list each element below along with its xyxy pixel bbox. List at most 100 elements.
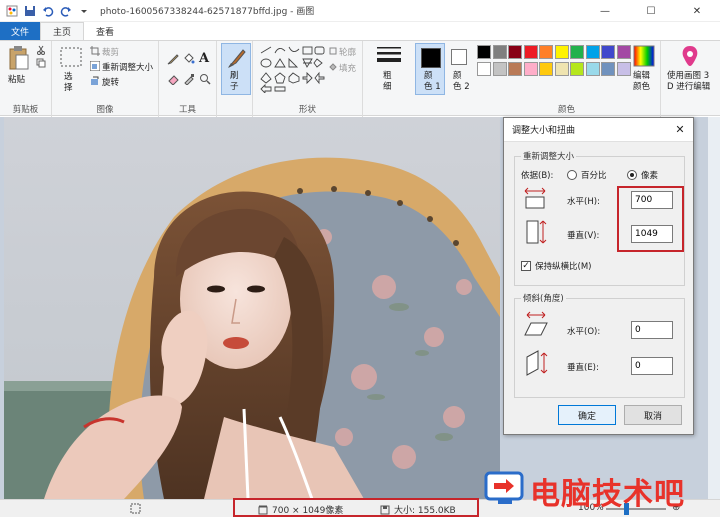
palette-swatch[interactable]: [477, 62, 491, 76]
size-button[interactable]: 粗 细: [383, 71, 392, 93]
color1-button[interactable]: 颜 色 1: [415, 43, 445, 95]
palette-swatch[interactable]: [523, 62, 538, 76]
palette-swatch[interactable]: [554, 62, 569, 76]
outline-icon[interactable]: [329, 47, 337, 55]
vertical-skew-icon: [526, 350, 548, 376]
color1-swatch: [421, 48, 441, 68]
clipboard-group: 粘贴 剪贴板: [0, 41, 52, 117]
photo-canvas[interactable]: [4, 117, 500, 499]
crop-button[interactable]: 裁剪: [102, 46, 119, 58]
palette-swatch[interactable]: [477, 45, 491, 59]
magnifier-icon[interactable]: [199, 73, 211, 85]
ribbon: 粘贴 剪贴板 选 择 裁剪 重新调整大小 旋转 图像 A 工具 刷 子 轮廓 填…: [0, 40, 720, 117]
cut-icon[interactable]: [36, 45, 46, 55]
tools-group: A 工具: [159, 41, 217, 117]
palette-swatch[interactable]: [539, 62, 553, 76]
resize-button[interactable]: 重新调整大小: [102, 61, 153, 73]
tab-home[interactable]: 主页: [40, 22, 85, 40]
palette-swatch[interactable]: [492, 45, 507, 59]
customize-toolbar-icon[interactable]: [78, 5, 90, 17]
paint3d-icon[interactable]: [679, 45, 701, 67]
image-group-label: 图像: [96, 105, 114, 115]
palette-swatch[interactable]: [570, 45, 584, 59]
undo-icon[interactable]: [42, 5, 54, 17]
image-group: 选 择 裁剪 重新调整大小 旋转 图像: [52, 41, 159, 117]
shapes-group: 轮廓 填充 形状: [253, 41, 363, 117]
skew-h-input[interactable]: [631, 321, 673, 339]
tab-file[interactable]: 文件: [0, 22, 40, 40]
fill-icon[interactable]: [329, 63, 337, 71]
rotate-button[interactable]: 旋转: [102, 76, 119, 88]
palette-swatch[interactable]: [492, 62, 507, 76]
text-tool-icon[interactable]: A: [199, 51, 209, 66]
resize-icon[interactable]: [90, 61, 100, 71]
palette-swatch[interactable]: [585, 45, 600, 59]
close-button[interactable]: ✕: [674, 0, 720, 22]
palette-swatch[interactable]: [508, 62, 522, 76]
palette-swatch[interactable]: [539, 45, 553, 59]
outline-button[interactable]: 轮廓: [339, 46, 356, 58]
brush-button[interactable]: 刷 子: [221, 43, 251, 95]
color2-group: 颜 色 2: [447, 41, 473, 117]
palette-swatch[interactable]: [601, 45, 615, 59]
dialog-title-bar: 调整大小和扭曲 ✕: [504, 118, 693, 142]
keep-aspect-checkbox[interactable]: ✓: [521, 261, 531, 271]
palette-swatch[interactable]: [523, 45, 538, 59]
tools-group-label: 工具: [178, 105, 196, 115]
palette-swatch[interactable]: [601, 62, 615, 76]
skew-v-input[interactable]: [631, 357, 673, 375]
selection-size-icon: [130, 503, 141, 514]
shapes-gallery-icon[interactable]: [259, 45, 327, 93]
skew-v-label: 垂直(E):: [567, 363, 599, 373]
eraser-icon[interactable]: [167, 73, 179, 85]
horizontal-skew-icon: [524, 311, 548, 336]
pixels-radio[interactable]: [627, 170, 637, 180]
vertical-scrollbar[interactable]: [708, 117, 720, 499]
edit-colors-button[interactable]: 编辑 颜色: [633, 71, 650, 93]
ok-button[interactable]: 确定: [558, 405, 616, 425]
percent-radio[interactable]: [567, 170, 577, 180]
cancel-button[interactable]: 取消: [624, 405, 682, 425]
palette-swatch[interactable]: [616, 62, 631, 76]
paste-button[interactable]: 粘贴: [8, 73, 25, 85]
maximize-button[interactable]: ☐: [628, 0, 674, 22]
palette-swatch[interactable]: [616, 45, 631, 59]
shapes-group-label: 形状: [298, 105, 316, 115]
palette-swatch[interactable]: [585, 62, 600, 76]
keep-aspect-label: 保持纵横比(M): [535, 262, 592, 272]
color1-label: 颜 色 1: [424, 71, 441, 92]
resize-section-label: 重新调整大小: [521, 150, 577, 162]
paste-icon[interactable]: [8, 45, 30, 71]
minimize-button[interactable]: —: [582, 0, 628, 22]
edit-colors-icon[interactable]: [633, 45, 655, 67]
select-button[interactable]: 选 择: [64, 72, 73, 94]
color2-swatch[interactable]: [451, 49, 467, 65]
skew-section-label: 倾斜(角度): [521, 292, 566, 304]
horizontal-resize-icon: [524, 187, 546, 209]
palette-swatch[interactable]: [508, 45, 522, 59]
color2-label: 颜 色 2: [453, 71, 470, 92]
redo-icon[interactable]: [60, 5, 72, 17]
save-icon[interactable]: [24, 5, 36, 17]
rotate-icon[interactable]: [90, 76, 100, 86]
vertical-resize-icon: [526, 220, 547, 244]
paint3d-button[interactable]: 使用画图 3 D 进行编辑: [667, 71, 710, 93]
brush-icon: [228, 49, 246, 68]
palette-swatch[interactable]: [554, 45, 569, 59]
line-thickness-icon[interactable]: [377, 47, 401, 65]
brush-group: 刷 子: [217, 41, 253, 117]
color-picker-icon[interactable]: [183, 73, 195, 85]
copy-icon[interactable]: [36, 58, 46, 68]
tab-view[interactable]: 查看: [84, 22, 126, 40]
fill-button[interactable]: 填充: [339, 62, 356, 74]
dialog-close-button[interactable]: ✕: [673, 122, 687, 136]
skew-fieldset: 倾斜(角度) 水平(O): 垂直(E):: [514, 292, 685, 398]
paint-app-icon: [6, 5, 18, 16]
pencil-icon[interactable]: [167, 53, 179, 65]
fill-bucket-icon[interactable]: [183, 53, 195, 65]
watermark-text: 电脑技术吧: [530, 477, 685, 512]
watermark-logo-icon: [484, 471, 524, 504]
palette-swatch[interactable]: [570, 62, 584, 76]
select-icon[interactable]: [60, 47, 82, 67]
crop-icon[interactable]: [90, 46, 100, 56]
